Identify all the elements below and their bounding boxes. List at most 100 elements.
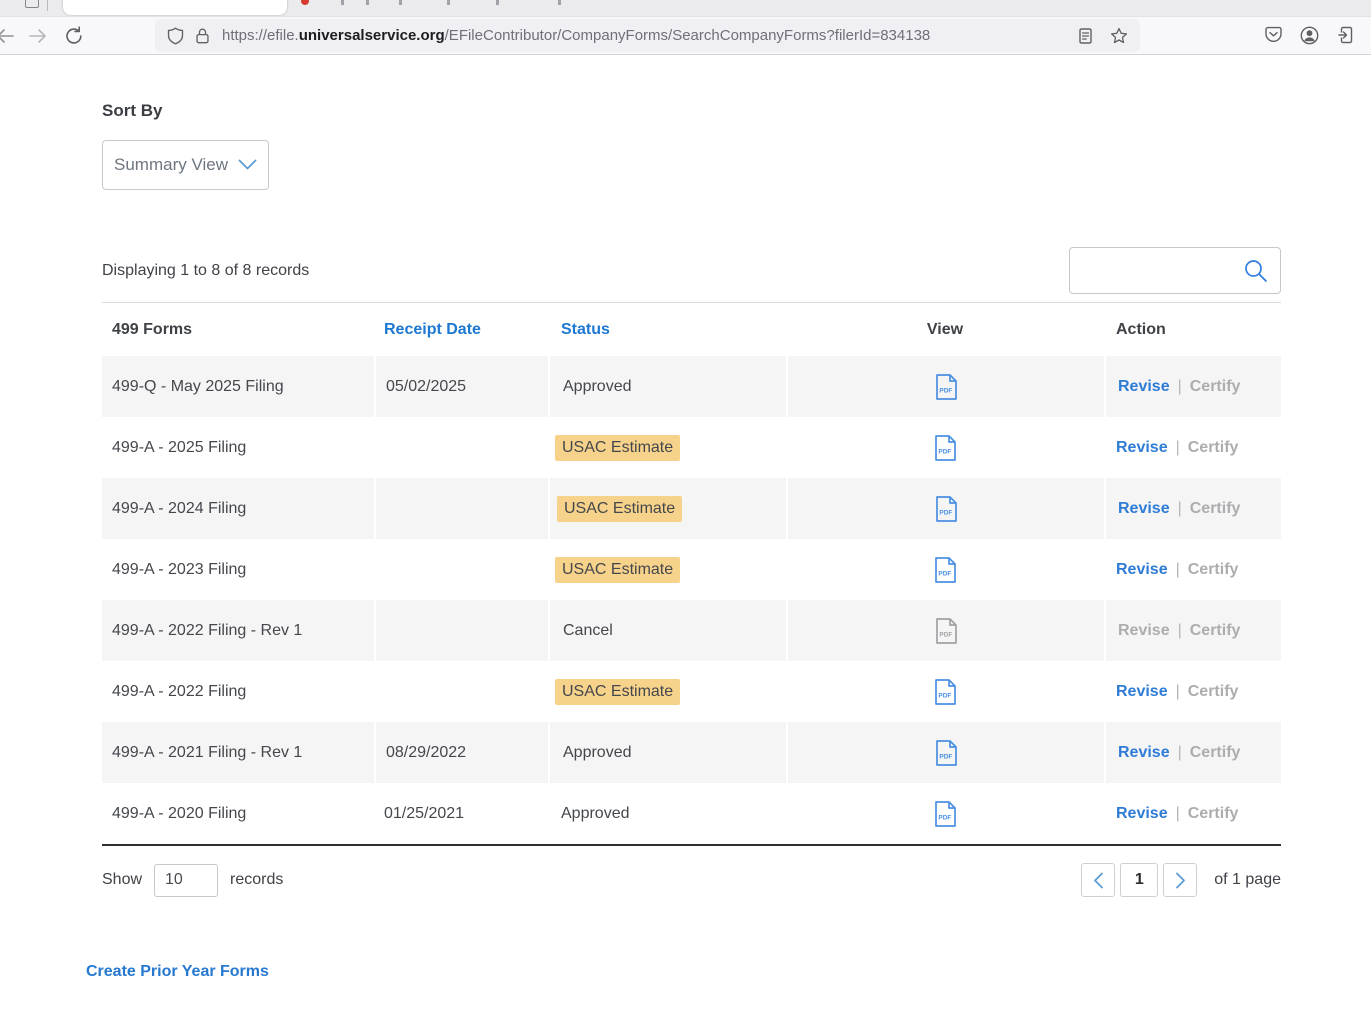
- view-cell: PDF: [786, 722, 1104, 783]
- revise-link[interactable]: Revise: [1118, 500, 1170, 518]
- svg-text:PDF: PDF: [939, 509, 952, 516]
- pdf-icon[interactable]: PDF: [934, 678, 957, 706]
- chevron-right-icon: [1175, 872, 1186, 889]
- action-cell: Revise | Certify: [1104, 478, 1281, 539]
- reader-view-icon[interactable]: [1078, 27, 1093, 45]
- status-cell: Approved: [548, 722, 786, 783]
- url-path: /EFileContributor/CompanyForms/SearchCom…: [445, 27, 931, 44]
- header-status[interactable]: Status: [548, 303, 786, 356]
- pdf-icon[interactable]: PDF: [934, 800, 957, 828]
- url-scheme: https://: [222, 27, 267, 44]
- receipt-date: 05/02/2025: [386, 378, 466, 396]
- action-separator: |: [1178, 622, 1182, 640]
- url-bar[interactable]: https://efile.universalservice.org/EFile…: [155, 19, 1140, 52]
- form-name-cell: 499-A - 2024 Filing: [102, 478, 374, 539]
- company-forms-page: Sort By Summary View Displaying 1 to 8 o…: [0, 101, 1371, 981]
- form-name: 499-A - 2024 Filing: [112, 500, 246, 518]
- url-subdomain: efile.: [267, 27, 299, 44]
- table-header-row: 499 Forms Receipt Date Status View Actio…: [102, 303, 1281, 356]
- arrow-left-icon: [0, 26, 14, 46]
- revise-link[interactable]: Revise: [1116, 439, 1168, 457]
- svg-text:PDF: PDF: [938, 570, 951, 577]
- revise-link[interactable]: Revise: [1116, 561, 1168, 579]
- revise-link[interactable]: Revise: [1118, 744, 1170, 762]
- forms-table: 499 Forms Receipt Date Status View Actio…: [102, 302, 1281, 846]
- pdf-icon[interactable]: PDF: [934, 434, 957, 462]
- browser-toolbar: https://efile.universalservice.org/EFile…: [0, 17, 1371, 55]
- certify-link: Certify: [1188, 561, 1239, 579]
- page-count-label: of 1 page: [1214, 871, 1281, 889]
- receipt-date-cell: [374, 661, 548, 722]
- tab-title-fragment: [341, 0, 344, 5]
- table-row: 499-A - 2025 Filing USAC Estimate PDF Re…: [102, 417, 1281, 478]
- tab-title-fragment: [558, 0, 561, 5]
- view-cell: PDF: [786, 539, 1104, 600]
- form-name: 499-Q - May 2025 Filing: [112, 378, 284, 396]
- svg-text:PDF: PDF: [938, 448, 951, 455]
- action-separator: |: [1176, 439, 1180, 457]
- table-footer: Show records 1 of 1 page: [102, 863, 1281, 897]
- active-tab[interactable]: [63, 0, 287, 15]
- reload-button[interactable]: [64, 26, 84, 46]
- star-icon[interactable]: [1110, 27, 1128, 45]
- magnifier-icon[interactable]: [1244, 259, 1268, 283]
- table-row: 499-Q - May 2025 Filing 05/02/2025 Appro…: [102, 356, 1281, 417]
- pdf-icon[interactable]: PDF: [935, 373, 958, 401]
- receipt-date-cell: [374, 478, 548, 539]
- form-name-cell: 499-Q - May 2025 Filing: [102, 356, 374, 417]
- page-size-input[interactable]: [154, 864, 218, 897]
- sort-view-dropdown[interactable]: Summary View: [102, 140, 269, 190]
- action-separator: |: [1178, 378, 1182, 396]
- form-name: 499-A - 2023 Filing: [112, 561, 246, 579]
- pinned-tab-icon[interactable]: [25, 0, 39, 8]
- tab-divider: [47, 0, 48, 11]
- shield-icon[interactable]: [167, 27, 184, 45]
- certify-link: Certify: [1190, 744, 1241, 762]
- account-icon[interactable]: [1300, 26, 1319, 50]
- certify-link: Certify: [1190, 500, 1241, 518]
- revise-link[interactable]: Revise: [1118, 378, 1170, 396]
- header-receipt-date[interactable]: Receipt Date: [374, 303, 548, 356]
- tab-title-fragment: [447, 0, 450, 5]
- current-page-indicator[interactable]: 1: [1120, 863, 1158, 897]
- pdf-icon: PDF: [935, 617, 958, 645]
- pdf-icon[interactable]: PDF: [935, 495, 958, 523]
- arrow-right-icon: [29, 26, 49, 46]
- form-name: 499-A - 2020 Filing: [112, 805, 246, 823]
- revise-link[interactable]: Revise: [1116, 683, 1168, 701]
- sidebar-icon[interactable]: [1337, 26, 1355, 50]
- tab-title-fragment: [366, 0, 369, 5]
- pager: 1 of 1 page: [1081, 863, 1281, 897]
- action-cell: Revise | Certify: [1104, 600, 1281, 661]
- form-name: 499-A - 2025 Filing: [112, 439, 246, 457]
- status-cell: Approved: [548, 356, 786, 417]
- next-page-button[interactable]: [1163, 863, 1197, 897]
- forward-button[interactable]: [29, 26, 49, 46]
- svg-text:PDF: PDF: [938, 692, 951, 699]
- status-cell: USAC Estimate: [548, 539, 786, 600]
- pocket-icon[interactable]: [1264, 26, 1283, 49]
- header-action: Action: [1104, 303, 1281, 356]
- create-prior-year-forms-link[interactable]: Create Prior Year Forms: [86, 963, 269, 981]
- back-button[interactable]: [0, 26, 14, 46]
- tab-title-fragment: [399, 0, 402, 5]
- svg-text:PDF: PDF: [939, 753, 952, 760]
- pdf-icon[interactable]: PDF: [934, 556, 957, 584]
- tab-title-fragment: [496, 0, 499, 5]
- revise-link[interactable]: Revise: [1116, 805, 1168, 823]
- previous-page-button[interactable]: [1081, 863, 1115, 897]
- status-value: USAC Estimate: [555, 679, 680, 705]
- certify-link: Certify: [1188, 805, 1239, 823]
- form-name-cell: 499-A - 2021 Filing - Rev 1: [102, 722, 374, 783]
- search-input[interactable]: [1082, 262, 1244, 280]
- table-row: 499-A - 2022 Filing - Rev 1 Cancel PDF R…: [102, 600, 1281, 661]
- pdf-icon[interactable]: PDF: [935, 739, 958, 767]
- svg-text:PDF: PDF: [939, 631, 952, 638]
- search-box: [1069, 247, 1281, 294]
- lock-icon[interactable]: [195, 27, 210, 45]
- table-row: 499-A - 2021 Filing - Rev 1 08/29/2022 A…: [102, 722, 1281, 783]
- status-value: Cancel: [563, 622, 613, 640]
- receipt-date-cell: [374, 417, 548, 478]
- receipt-date-cell: [374, 539, 548, 600]
- svg-text:PDF: PDF: [938, 814, 951, 821]
